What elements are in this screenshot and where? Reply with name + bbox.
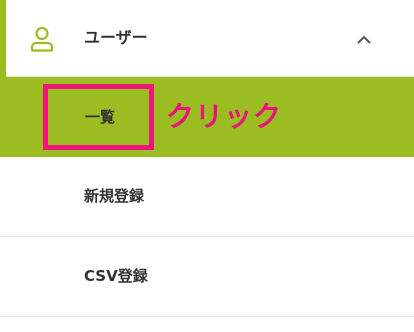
nav-item-csv-registration[interactable]: CSV登録	[0, 237, 414, 317]
nav-section-label: ユーザー	[84, 28, 148, 47]
annotation-highlight-box	[43, 84, 154, 150]
nav-item-new-registration[interactable]: 新規登録	[0, 157, 414, 237]
nav-section-users[interactable]: ユーザー	[0, 0, 414, 77]
user-icon	[30, 26, 54, 52]
nav-item-label: CSV登録	[84, 267, 148, 285]
chevron-up-icon[interactable]	[355, 31, 373, 44]
section-active-indicator	[0, 0, 6, 77]
annotation-click-label: クリック	[166, 100, 283, 133]
nav-item-label: 新規登録	[84, 187, 145, 205]
sidebar-nav: ユーザー 一覧 新規登録 CSV登録 クリック	[0, 0, 414, 332]
